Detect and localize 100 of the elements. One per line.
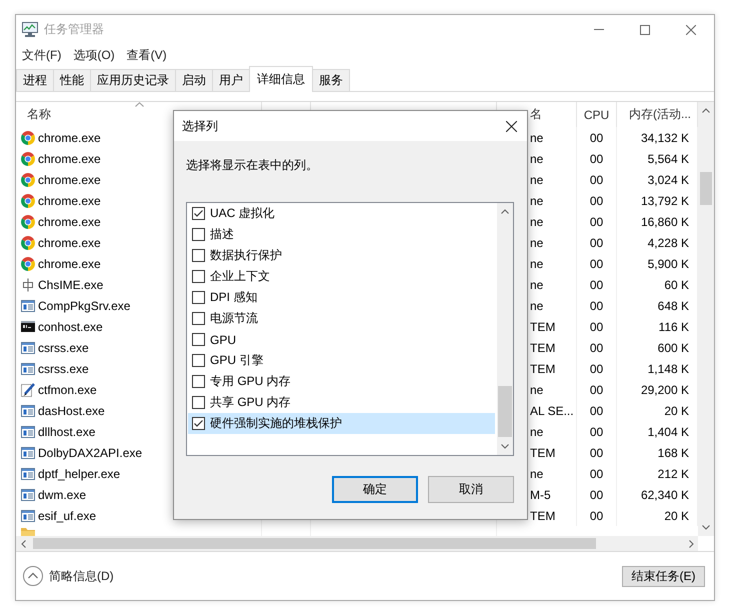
circle-logo-icon: [21, 172, 35, 186]
dialog-prompt: 选择将显示在表中的列。: [186, 157, 319, 174]
tab[interactable]: 用户: [212, 69, 250, 91]
table-cell: 20 K: [664, 404, 689, 418]
column-option[interactable]: 企业上下文: [188, 266, 495, 287]
end-task-button[interactable]: 结束任务(E): [622, 566, 705, 586]
column-option[interactable]: 专用 GPU 内存: [188, 371, 495, 392]
checkbox[interactable]: [192, 333, 205, 346]
table-cell: ne: [530, 424, 544, 438]
scrollbar-thumb[interactable]: [700, 172, 712, 205]
table-cell: ne: [530, 256, 544, 270]
table-cell: 648 K: [658, 298, 689, 312]
tab[interactable]: 详细信息: [249, 66, 313, 92]
table-cell: 212 K: [658, 466, 689, 480]
dialog-button[interactable]: 确定: [332, 476, 418, 503]
table-cell: ne: [530, 214, 544, 228]
column-option[interactable]: 共享 GPU 内存: [188, 392, 495, 413]
folder-icon: [21, 527, 35, 536]
checkbox[interactable]: [192, 207, 205, 220]
minimize-icon: [594, 29, 604, 30]
process-name: conhost.exe: [38, 320, 103, 334]
checkbox[interactable]: [192, 396, 205, 409]
process-name: chrome.exe: [38, 256, 101, 270]
column-option[interactable]: DPI 感知: [188, 287, 495, 308]
menu-item[interactable]: 选项(O): [67, 46, 121, 64]
column-option[interactable]: UAC 虚拟化: [188, 203, 495, 224]
chevron-down-icon[interactable]: [702, 525, 710, 530]
process-name: dasHost.exe: [38, 404, 105, 418]
table-cell: 00: [590, 404, 604, 418]
chevron-up-icon[interactable]: [702, 108, 710, 113]
checkbox[interactable]: [192, 312, 205, 325]
checkbox[interactable]: [192, 228, 205, 241]
table-cell: 5,564 K: [648, 152, 689, 166]
checkbox[interactable]: [192, 354, 205, 367]
table-cell: 1,404 K: [648, 424, 689, 438]
pen-notepad-icon: [21, 382, 35, 396]
tab[interactable]: 进程: [16, 69, 54, 91]
table-cell: 00: [590, 152, 604, 166]
checkbox[interactable]: [192, 291, 205, 304]
tab[interactable]: 性能: [53, 69, 91, 91]
window-icon: [21, 426, 35, 438]
table-cell: 00: [590, 446, 604, 460]
console-icon: [21, 321, 35, 332]
process-name: chrome.exe: [38, 194, 101, 208]
checkbox[interactable]: [192, 417, 205, 430]
table-cell: 116 K: [658, 320, 689, 334]
chevron-up-icon[interactable]: [501, 209, 509, 214]
table-cell: ne: [530, 382, 544, 396]
scrollbar-thumb[interactable]: [498, 386, 512, 437]
dialog-button[interactable]: 取消: [428, 476, 514, 503]
chevron-right-icon[interactable]: [688, 540, 694, 548]
chevron-left-icon[interactable]: [20, 540, 26, 548]
chevron-up-circle-icon: [23, 566, 43, 586]
table-cell: 00: [590, 466, 604, 480]
column-option[interactable]: GPU 引擎: [188, 350, 495, 371]
vertical-scrollbar[interactable]: [497, 203, 513, 455]
checkbox[interactable]: [192, 375, 205, 388]
process-name: chrome.exe: [38, 214, 101, 228]
column-option[interactable]: 硬件强制实施的堆栈保护: [188, 413, 495, 434]
monitor-chart-icon: [22, 22, 38, 37]
table-cell: 4,228 K: [648, 236, 689, 250]
window-icon: [21, 446, 35, 458]
checkbox[interactable]: [192, 249, 205, 262]
circle-logo-icon: [21, 194, 35, 208]
fewer-details-button[interactable]: 简略信息(D): [23, 566, 114, 586]
process-name: dwm.exe: [38, 488, 86, 502]
table-cell: 1,148 K: [648, 362, 689, 376]
vertical-scrollbar[interactable]: [698, 102, 714, 536]
table-cell: TEM: [530, 362, 556, 376]
table-cell: TEM: [530, 340, 556, 354]
close-icon: [506, 120, 516, 132]
table-cell: 60 K: [664, 278, 689, 292]
table-cell: 62,340 K: [640, 488, 689, 502]
column-header[interactable]: CPU: [577, 102, 617, 127]
menu-item[interactable]: 查看(V): [120, 46, 173, 64]
tab[interactable]: 服务: [312, 69, 350, 91]
column-option[interactable]: 电源节流: [188, 308, 495, 329]
tab[interactable]: 启动: [175, 69, 213, 91]
column-option[interactable]: GPU: [188, 329, 495, 350]
chevron-down-icon[interactable]: [501, 444, 509, 449]
horizontal-scrollbar[interactable]: [16, 536, 698, 551]
table-cell: ne: [530, 172, 544, 186]
scrollbar-thumb[interactable]: [33, 538, 596, 549]
table-cell: 00: [590, 278, 604, 292]
table-cell: 600 K: [658, 340, 689, 354]
table-cell: ne: [530, 130, 544, 144]
column-option[interactable]: 数据执行保护: [188, 245, 495, 266]
process-name: dptf_helper.exe: [38, 466, 120, 480]
tab[interactable]: 应用历史记录: [90, 69, 176, 91]
process-name: DolbyDAX2API.exe: [38, 446, 142, 460]
table-cell: 00: [590, 172, 604, 186]
column-option[interactable]: 描述: [188, 224, 495, 245]
menu-item[interactable]: 文件(F): [16, 46, 68, 64]
maximize-icon: [640, 24, 650, 34]
process-name: csrss.exe: [38, 340, 89, 354]
process-name: chrome.exe: [38, 172, 101, 186]
table-cell: 00: [590, 488, 604, 502]
checkbox[interactable]: [192, 270, 205, 283]
circle-logo-icon: [21, 214, 35, 228]
window-icon: [21, 362, 35, 374]
